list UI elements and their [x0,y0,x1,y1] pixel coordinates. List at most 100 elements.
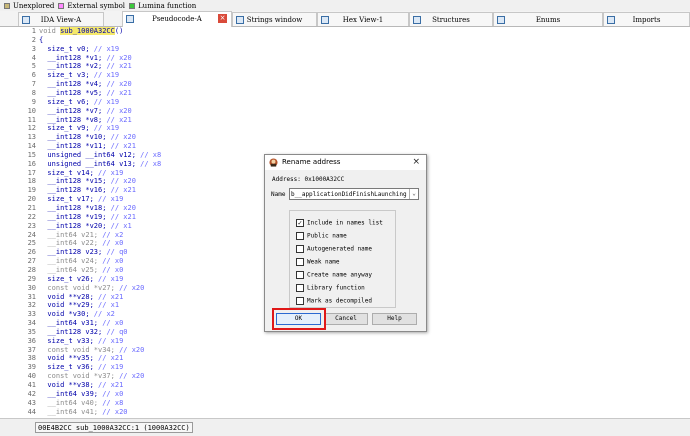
register-comment: // x20 [106,106,132,115]
signature-parens: () [114,27,124,35]
dialog-close-icon[interactable]: × [412,157,420,167]
line-number: 9 [31,97,36,106]
line-number: 41 [27,381,36,389]
help-button[interactable]: Help [372,313,417,325]
register-comment: // x8 [102,398,124,407]
code-line[interactable]: __int128 *v16; // x21 [39,186,136,194]
code-text: const void *v37; [39,372,120,381]
code-line[interactable]: size_t v14; // x19 [39,169,123,177]
code-line[interactable]: __int128 *v5; // x21 [39,88,131,97]
checkbox[interactable] [296,297,304,305]
code-line[interactable]: void **v35; // x21 [39,354,123,362]
tab-ida-view-a[interactable]: IDA View-A [18,12,104,26]
code-line[interactable]: const void *v37; // x20 [39,372,144,380]
code-line[interactable]: __int128 *v18; // x20 [39,204,136,212]
option-include-in-names-list[interactable]: ✓ Include in names list [296,219,383,229]
code-text: __int64 v21; [39,230,103,239]
code-text: __int128 *v4; [39,80,107,89]
name-value: b__applicationDidFinishLaunching [291,191,407,198]
close-icon[interactable]: × [218,14,227,23]
line-number: 18 [27,177,36,186]
option-mark-as-decompiled[interactable]: Mark as decompiled [296,297,372,307]
checkbox[interactable] [296,232,304,240]
code-line[interactable]: size_t v26; // x19 [39,275,123,283]
code-line[interactable]: __int64 v24; // x0 [39,257,123,265]
code-line[interactable]: __int64 v25; // x0 [39,266,123,274]
option-public-name[interactable]: Public name [296,232,347,242]
code-text: void **v35; [39,354,99,363]
checkbox[interactable] [296,284,304,292]
tab-imports[interactable]: Imports [603,12,690,26]
register-comment: // x0 [102,239,124,248]
code-line[interactable]: __int128 *v10; // x20 [39,133,136,141]
line-number: 7 [31,80,36,89]
register-comment: // x1 [110,221,132,230]
code-line[interactable]: __int128 *v11; // x21 [39,142,136,150]
code-text: __int128 *v5; [39,88,107,97]
code-line[interactable]: __int128 *v1; // x20 [39,54,131,62]
code-line[interactable]: size_t v36; // x19 [39,363,123,371]
code-line[interactable]: __int128 v23; // q0 [39,248,127,256]
code-line[interactable]: __int64 v21; // x2 [39,231,123,239]
code-line[interactable]: size_t v17; // x19 [39,195,123,203]
option-label: Create name anyway [307,271,373,279]
checkbox[interactable] [296,271,304,279]
code-text: __int128 *v7; [39,106,107,115]
line-number: 21 [27,204,36,212]
name-combobox[interactable]: b__applicationDidFinishLaunching ⌄ [289,188,419,200]
tab-structures[interactable]: Structures [409,12,493,26]
code-line[interactable]: size_t v0; // x19 [39,45,119,53]
code-line[interactable]: const void *v34; // x20 [39,346,144,354]
dialog-title-bar[interactable]: Rename address × [265,155,426,170]
code-line[interactable]: unsigned __int64 v12; // x8 [39,151,161,159]
code-line[interactable]: size_t v6; // x19 [39,98,119,106]
cancel-button[interactable]: Cancel [324,313,368,325]
code-line[interactable]: __int64 v41; // x20 [39,408,127,416]
code-line[interactable]: __int128 *v20; // x1 [39,221,132,230]
checkbox[interactable] [296,245,304,253]
function-name[interactable]: sub_1000A32CC [60,27,115,35]
option-label: Mark as decompiled [307,297,373,305]
register-comment: // x21 [98,354,124,363]
option-autogenerated-name[interactable]: Autogenerated name [296,245,372,255]
code-line[interactable]: size_t v3; // x19 [39,71,119,79]
code-line[interactable]: __int64 v22; // x0 [39,239,123,247]
code-line[interactable]: void *v30; // x2 [39,310,114,318]
code-line[interactable]: size_t v33; // x19 [39,337,123,345]
code-line[interactable]: __int128 *v7; // x20 [39,106,132,115]
tab-enums[interactable]: Enums [493,12,603,26]
code-line[interactable]: __int128 *v19; // x21 [39,213,136,221]
function-signature[interactable]: void sub_1000A32CC() [39,27,123,35]
code-line[interactable]: __int128 *v8; // x21 [39,116,131,124]
register-comment: // x0 [102,265,124,274]
code-line[interactable]: void **v38; // x21 [39,381,123,389]
code-line[interactable]: __int64 v40; // x8 [39,399,123,407]
chevron-down-icon[interactable]: ⌄ [409,189,418,199]
code-line[interactable]: __int64 v31; // x0 [39,319,123,327]
code-line[interactable]: void **v28; // x21 [39,293,123,301]
tab-hex-view-1[interactable]: Hex View-1 [317,12,409,26]
code-line[interactable]: unsigned __int64 v13; // x8 [39,160,161,168]
register-comment: // x0 [102,389,124,398]
option-create-name-anyway[interactable]: Create name anyway [296,271,372,281]
code-line[interactable]: __int128 *v15; // x20 [39,177,136,185]
option-library-function[interactable]: Library function [296,284,365,294]
option-weak-name[interactable]: Weak name [296,258,340,268]
checkbox-checked[interactable]: ✓ [296,219,304,227]
line-number: 44 [27,407,36,416]
register-comment: // x21 [110,212,136,221]
code-line[interactable]: void **v29; // x1 [39,301,119,309]
line-number: 22 [27,212,36,221]
tab-pseudocode-a[interactable]: Pseudocode-A × [122,11,232,27]
code-line[interactable]: __int64 v39; // x0 [39,390,123,398]
code-line[interactable]: __int128 v32; // q0 [39,328,127,336]
checkbox[interactable] [296,258,304,266]
code-line[interactable]: const void *v27; // x20 [39,284,144,292]
register-comment: // x20 [119,345,145,354]
code-line[interactable]: size_t v9; // x19 [39,124,119,132]
code-line[interactable]: { [39,36,43,44]
code-line[interactable]: __int128 *v2; // x21 [39,62,131,70]
code-line[interactable]: __int128 *v4; // x20 [39,80,131,89]
register-comment: // x8 [140,159,162,168]
tab-strings-window[interactable]: Strings window [232,12,317,26]
